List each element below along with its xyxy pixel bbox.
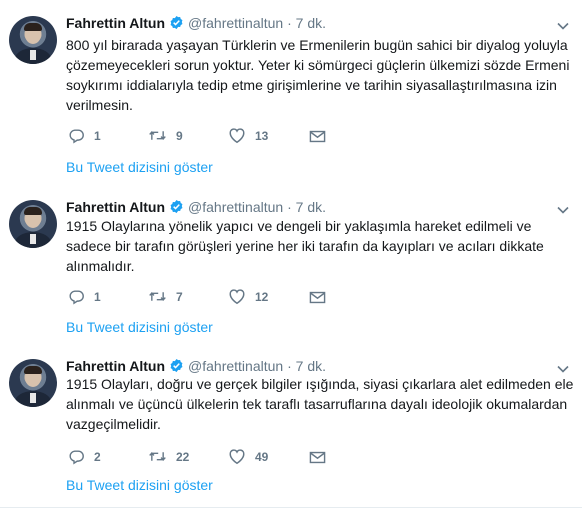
- retweet-icon: [149, 131, 166, 140]
- reply-icon: [69, 129, 84, 144]
- author-name[interactable]: Fahrettin Altun: [66, 358, 165, 374]
- reply-count: 1: [94, 290, 101, 304]
- envelope-icon: [309, 451, 326, 464]
- envelope-icon: [309, 130, 326, 143]
- heart-icon: [229, 128, 245, 144]
- heart-icon: [229, 289, 245, 305]
- tweet-2[interactable]: Fahrettin Altun @fahrettinaltun · 7 dk. 1…: [0, 186, 582, 348]
- show-thread-link[interactable]: Bu Tweet dizisini göster: [66, 159, 213, 175]
- chevron-down-icon[interactable]: [556, 203, 570, 217]
- author-handle[interactable]: @fahrettinaltun: [188, 15, 283, 31]
- retweet-button[interactable]: 22: [148, 448, 189, 466]
- author-name[interactable]: Fahrettin Altun: [66, 199, 165, 215]
- envelope-icon: [309, 291, 326, 304]
- message-button[interactable]: [309, 448, 326, 466]
- like-count: 49: [255, 450, 269, 464]
- like-button[interactable]: 13: [228, 127, 268, 145]
- like-count: 13: [255, 129, 269, 143]
- retweet-count: 22: [176, 450, 190, 464]
- like-count: 12: [255, 290, 269, 304]
- tweet-header: Fahrettin Altun @fahrettinaltun · 7 dk.: [66, 198, 326, 216]
- message-button[interactable]: [309, 288, 326, 306]
- reply-count: 2: [94, 450, 101, 464]
- tweet-1[interactable]: Fahrettin Altun @fahrettinaltun · 7 dk. 8…: [0, 0, 582, 187]
- verified-badge-icon: [169, 15, 184, 34]
- retweet-icon: [149, 292, 166, 301]
- avatar[interactable]: [9, 200, 57, 248]
- retweet-count: 7: [176, 290, 183, 304]
- avatar[interactable]: [9, 16, 57, 64]
- like-button[interactable]: 49: [228, 448, 268, 466]
- like-button[interactable]: 12: [228, 288, 268, 306]
- avatar[interactable]: [9, 359, 57, 407]
- reply-button[interactable]: 1: [68, 288, 101, 306]
- retweet-icon: [149, 452, 166, 461]
- author-name[interactable]: Fahrettin Altun: [66, 15, 165, 31]
- tweet-3[interactable]: Fahrettin Altun @fahrettinaltun · 7 dk. 1…: [0, 347, 582, 508]
- separator: ·: [287, 15, 292, 31]
- reply-icon: [69, 450, 84, 465]
- reply-button[interactable]: 1: [68, 127, 101, 145]
- tweet-feed: Fahrettin Altun @fahrettinaltun · 7 dk. 8…: [0, 0, 582, 508]
- author-handle[interactable]: @fahrettinaltun: [188, 358, 283, 374]
- separator: ·: [287, 358, 292, 374]
- show-thread-link[interactable]: Bu Tweet dizisini göster: [66, 319, 213, 335]
- message-button[interactable]: [309, 127, 326, 145]
- author-handle[interactable]: @fahrettinaltun: [188, 199, 283, 215]
- tweet-text: 800 yıl birarada yaşayan Türklerin ve Er…: [66, 37, 570, 113]
- timestamp[interactable]: 7 dk.: [296, 199, 326, 215]
- heart-icon: [229, 449, 245, 465]
- separator: ·: [287, 199, 292, 215]
- tweet-text: 1915 Olayları, doğru ve gerçek bilgiler …: [66, 376, 574, 432]
- retweet-button[interactable]: 7: [148, 288, 183, 306]
- tweet-header: Fahrettin Altun @fahrettinaltun · 7 dk.: [66, 357, 326, 375]
- retweet-button[interactable]: 9: [148, 127, 183, 145]
- reply-count: 1: [94, 129, 101, 143]
- tweet-header: Fahrettin Altun @fahrettinaltun · 7 dk.: [66, 14, 326, 32]
- reply-icon: [69, 290, 84, 305]
- chevron-down-icon[interactable]: [556, 19, 570, 33]
- timestamp[interactable]: 7 dk.: [296, 15, 326, 31]
- reply-button[interactable]: 2: [68, 448, 101, 466]
- retweet-count: 9: [176, 129, 183, 143]
- show-thread-link[interactable]: Bu Tweet dizisini göster: [66, 477, 213, 493]
- tweet-text: 1915 Olaylarına yönelik yapıcı ve dengel…: [66, 218, 544, 274]
- timestamp[interactable]: 7 dk.: [296, 358, 326, 374]
